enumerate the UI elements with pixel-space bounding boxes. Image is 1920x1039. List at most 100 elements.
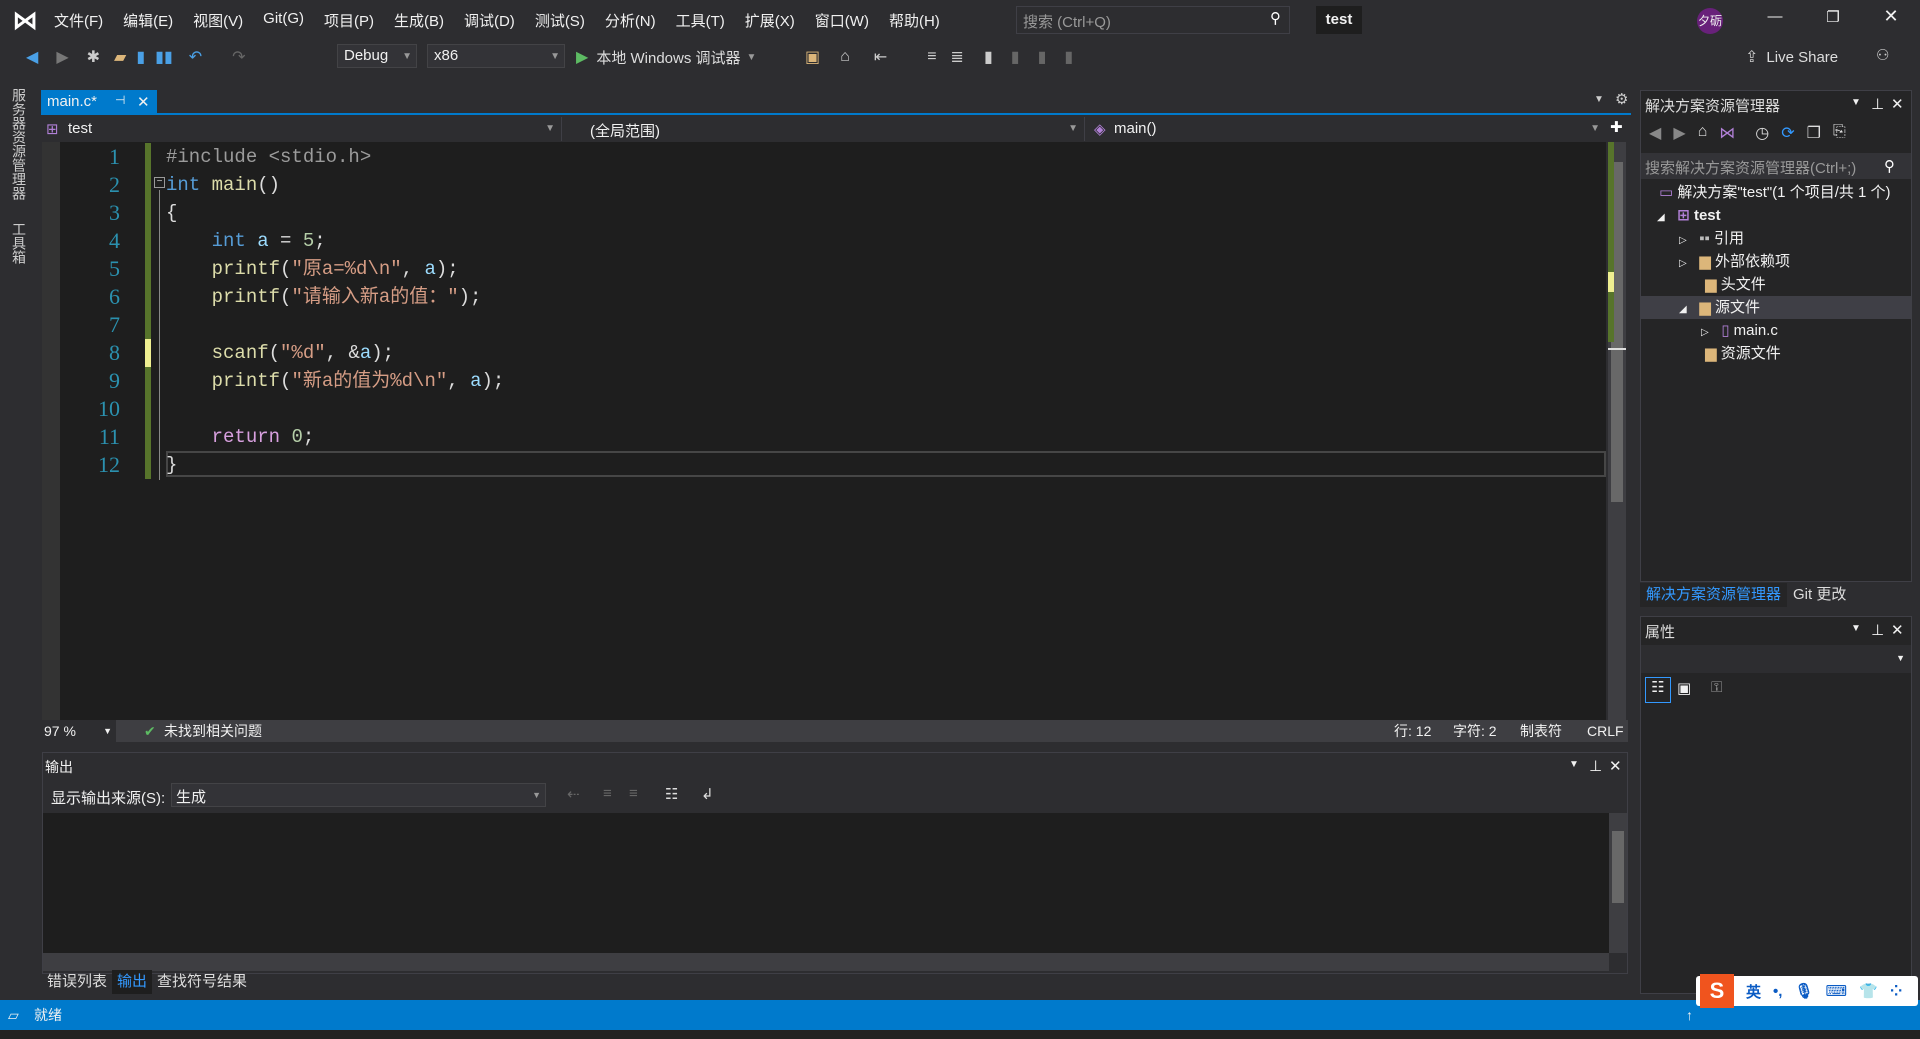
sync-icon[interactable]: ⟳ <box>1781 123 1794 143</box>
tree-item-header-files[interactable]: ▆ 头文件 <box>1705 273 1766 296</box>
notification-icon[interactable]: ▱ <box>8 1000 19 1030</box>
open-icon[interactable]: ▰ <box>114 47 126 67</box>
tree-item-project[interactable]: ◢ ⊞ test <box>1657 204 1721 227</box>
platform-dropdown[interactable]: x86 ▼ <box>427 44 565 68</box>
next-bookmark-icon[interactable]: ▮ <box>1038 47 1047 67</box>
goto-icon[interactable]: ⇠ <box>567 785 580 803</box>
close-window-button[interactable]: ✕ <box>1876 6 1906 27</box>
nav-member-dropdown[interactable]: ◈ main() ▼ <box>1088 117 1606 141</box>
tab-overflow-icon[interactable]: ▼ <box>1594 94 1604 105</box>
tree-item-solution[interactable]: ▭ 解决方案"test"(1 个项目/共 1 个) <box>1659 181 1891 204</box>
panel-menu-icon[interactable]: ▼ <box>1851 623 1861 634</box>
server-explorer-tab[interactable]: 服务器资源管理器 <box>9 88 29 200</box>
next-message-icon[interactable]: ≡ <box>629 785 638 802</box>
redo-icon[interactable]: ↷ <box>232 47 245 67</box>
split-icon[interactable]: ✚ <box>1610 118 1623 136</box>
output-content[interactable] <box>43 813 1609 953</box>
output-horizontal-scrollbar[interactable] <box>43 953 1609 971</box>
solution-search[interactable]: 搜索解决方案资源管理器(Ctrl+;) ⚲ <box>1641 153 1911 179</box>
eol-indicator[interactable]: CRLF <box>1587 720 1624 742</box>
save-all-icon[interactable]: ▮▮ <box>155 47 173 67</box>
close-panel-icon[interactable]: ✕ <box>1891 95 1904 113</box>
editor-tab-main-c[interactable]: main.c* ⊣ ✕ <box>41 90 157 114</box>
tree-item-external-deps[interactable]: ▷ ▆ 外部依赖项 <box>1679 250 1790 273</box>
tree-item-references[interactable]: ▷ ▪▪ 引用 <box>1679 227 1744 250</box>
close-tab-icon[interactable]: ✕ <box>137 93 150 111</box>
collapse-icon[interactable]: − <box>154 177 165 188</box>
pending-changes-icon[interactable]: ◷ <box>1755 123 1769 143</box>
show-all-files-icon[interactable]: ⎘ <box>1833 123 1846 143</box>
pin-icon[interactable]: ⊥ <box>1871 621 1884 639</box>
code-content[interactable]: #include <stdio.h> int main() { int a = … <box>166 143 504 479</box>
undo-icon[interactable]: ↶ <box>189 47 202 67</box>
editor-vertical-scrollbar[interactable] <box>1608 142 1626 720</box>
categorized-icon[interactable]: ☷ <box>1645 677 1671 703</box>
col-indicator[interactable]: 字符: 2 <box>1453 720 1497 742</box>
menu-file[interactable]: 文件(F) <box>44 8 113 33</box>
tree-item-source-files[interactable]: ◢ ▆ 源文件 <box>1641 296 1911 319</box>
row-indicator[interactable]: 行: 12 <box>1394 720 1431 742</box>
panel-menu-icon[interactable]: ▼ <box>1569 759 1579 770</box>
pin-icon[interactable]: ⊣ <box>115 93 125 107</box>
ime-lang[interactable]: 英 <box>1746 981 1761 1002</box>
step-icon[interactable]: ⇤ <box>874 47 887 67</box>
close-panel-icon[interactable]: ✕ <box>1609 757 1622 775</box>
ime-toolbar[interactable]: S 英 •, 🎙 ⌨ 👕 ⁘ <box>1696 974 1918 1008</box>
object-dropdown[interactable]: ▼ <box>1641 645 1911 673</box>
pin-icon[interactable]: ⊥ <box>1589 757 1602 775</box>
feedback-icon[interactable]: ⚇ <box>1876 46 1889 64</box>
nav-project-dropdown[interactable]: ⊞ test ▼ <box>42 117 562 141</box>
indent-indicator[interactable]: 制表符 <box>1520 720 1562 742</box>
nav-scope-dropdown[interactable]: (全局范围) ▼ <box>565 117 1085 141</box>
publish-icon[interactable]: ↑ <box>1686 1000 1693 1030</box>
uncomment-icon[interactable]: ≣ <box>951 47 964 67</box>
menu-test[interactable]: 测试(S) <box>525 8 595 33</box>
menu-build[interactable]: 生成(B) <box>384 8 454 33</box>
tree-item-resource-files[interactable]: ▆ 资源文件 <box>1705 342 1781 365</box>
tree-item-main-c[interactable]: ▷ ▯ main.c <box>1701 319 1778 342</box>
restore-button[interactable]: ❐ <box>1818 8 1848 26</box>
home-view-icon[interactable]: ⌂ <box>840 48 850 66</box>
menu-git[interactable]: Git(G) <box>253 8 314 33</box>
collapse-all-icon[interactable]: ❐ <box>1807 123 1821 143</box>
issues-status[interactable]: 未找到相关问题 <box>164 720 262 742</box>
property-pages-icon[interactable]: ▣ <box>1677 679 1691 697</box>
global-search[interactable]: 搜索 (Ctrl+Q) ⚲ <box>1016 6 1290 34</box>
back-icon[interactable]: ◀ <box>26 47 38 67</box>
bookmark-icon[interactable]: ▮ <box>984 47 993 67</box>
tab-output[interactable]: 输出 <box>112 970 153 994</box>
pin-icon[interactable]: ⊥ <box>1871 95 1884 113</box>
tab-solution-explorer[interactable]: 解决方案资源管理器 <box>1640 583 1788 607</box>
find-in-files-icon[interactable]: ▣ <box>805 47 820 67</box>
key-icon[interactable]: ⚿ <box>1711 679 1722 696</box>
output-source-dropdown[interactable]: 生成 ▼ <box>171 783 546 807</box>
save-icon[interactable]: ▮ <box>136 47 145 67</box>
menu-project[interactable]: 项目(P) <box>314 8 384 33</box>
menu-analyze[interactable]: 分析(N) <box>595 8 666 33</box>
forward-icon[interactable]: ▶ <box>1673 123 1685 143</box>
menu-debug[interactable]: 调试(D) <box>454 8 525 33</box>
avatar[interactable]: 夕砺 <box>1697 8 1723 34</box>
clear-bookmarks-icon[interactable]: ▮ <box>1064 47 1073 67</box>
menu-edit[interactable]: 编辑(E) <box>113 8 183 33</box>
minimize-button[interactable]: — <box>1760 8 1790 25</box>
run-debugger-button[interactable]: ▶ 本地 Windows 调试器 ▼ <box>576 44 756 70</box>
panel-menu-icon[interactable]: ▼ <box>1851 97 1861 108</box>
tab-git-changes[interactable]: Git 更改 <box>1787 583 1852 607</box>
switch-views-icon[interactable]: ⋈ <box>1719 123 1735 143</box>
gear-icon[interactable]: ⚙ <box>1615 90 1628 108</box>
prev-bookmark-icon[interactable]: ▮ <box>1011 47 1020 67</box>
comment-icon[interactable]: ≡ <box>927 48 936 66</box>
menu-tools[interactable]: 工具(T) <box>666 8 735 33</box>
word-wrap-icon[interactable]: ↲ <box>701 785 714 803</box>
clear-all-icon[interactable]: ☷ <box>665 785 678 803</box>
toolbox-tab[interactable]: 工具箱 <box>9 222 29 264</box>
home-icon[interactable]: ⌂ <box>1698 123 1708 143</box>
live-share-button[interactable]: ⇪ Live Share <box>1745 44 1838 70</box>
tab-error-list[interactable]: 错误列表 <box>42 970 112 994</box>
new-project-icon[interactable]: ✱ <box>87 47 100 67</box>
forward-icon[interactable]: ▶ <box>56 47 68 67</box>
prev-message-icon[interactable]: ≡ <box>603 785 612 802</box>
menu-window[interactable]: 窗口(W) <box>805 8 879 33</box>
menu-help[interactable]: 帮助(H) <box>879 8 950 33</box>
